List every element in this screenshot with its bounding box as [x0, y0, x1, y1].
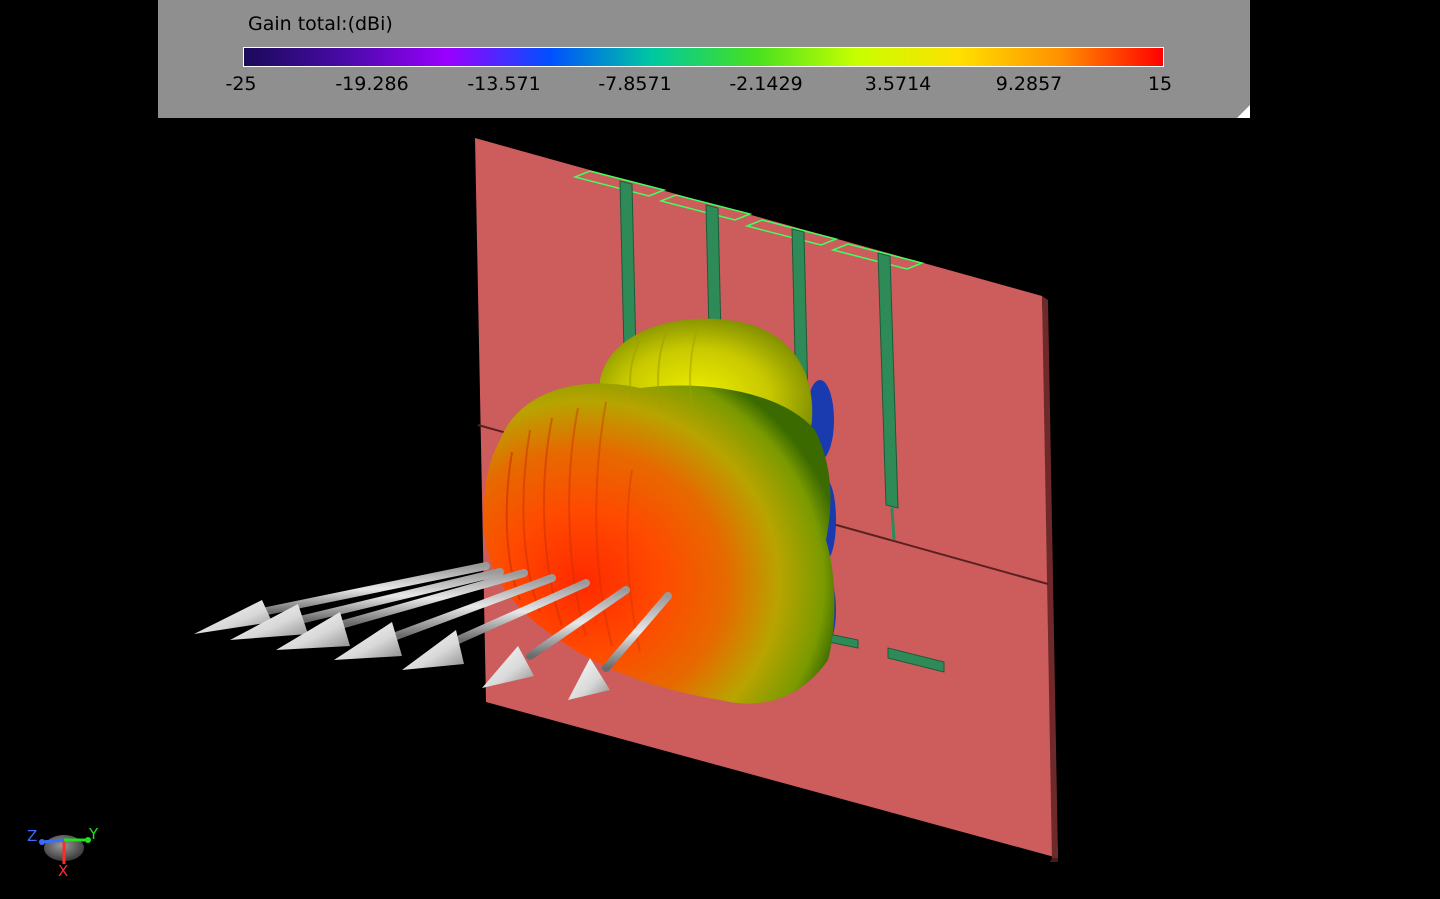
z-axis-label: Z [27, 827, 38, 845]
colorbar [243, 47, 1164, 67]
legend-title: Gain total:(dBi) [248, 13, 393, 35]
farfield-scene[interactable] [0, 0, 1440, 899]
tick-label: 9.2857 [995, 73, 1063, 95]
legend-resize-grip[interactable] [1237, 105, 1250, 118]
orientation-triad[interactable] [39, 835, 91, 864]
tick-label: -19.286 [335, 73, 409, 95]
tick-label: -25 [225, 73, 257, 95]
tick-label: -2.1429 [729, 73, 803, 95]
tick-label: 3.5714 [864, 73, 932, 95]
tick-label: 15 [1147, 73, 1173, 95]
z-axis-line [41, 838, 65, 844]
tick-label: -7.8571 [598, 73, 672, 95]
color-legend[interactable]: Gain total:(dBi) -25 -19.286 -13.571 -7.… [158, 0, 1250, 118]
3d-viewport[interactable]: Z Y X Gain total:(dBi) -25 -19.286 -13.5… [0, 0, 1440, 899]
tick-label: -13.571 [467, 73, 541, 95]
x-axis-label: X [58, 862, 69, 880]
beam-arrow-2 [230, 568, 504, 640]
y-axis-label: Y [89, 825, 99, 843]
